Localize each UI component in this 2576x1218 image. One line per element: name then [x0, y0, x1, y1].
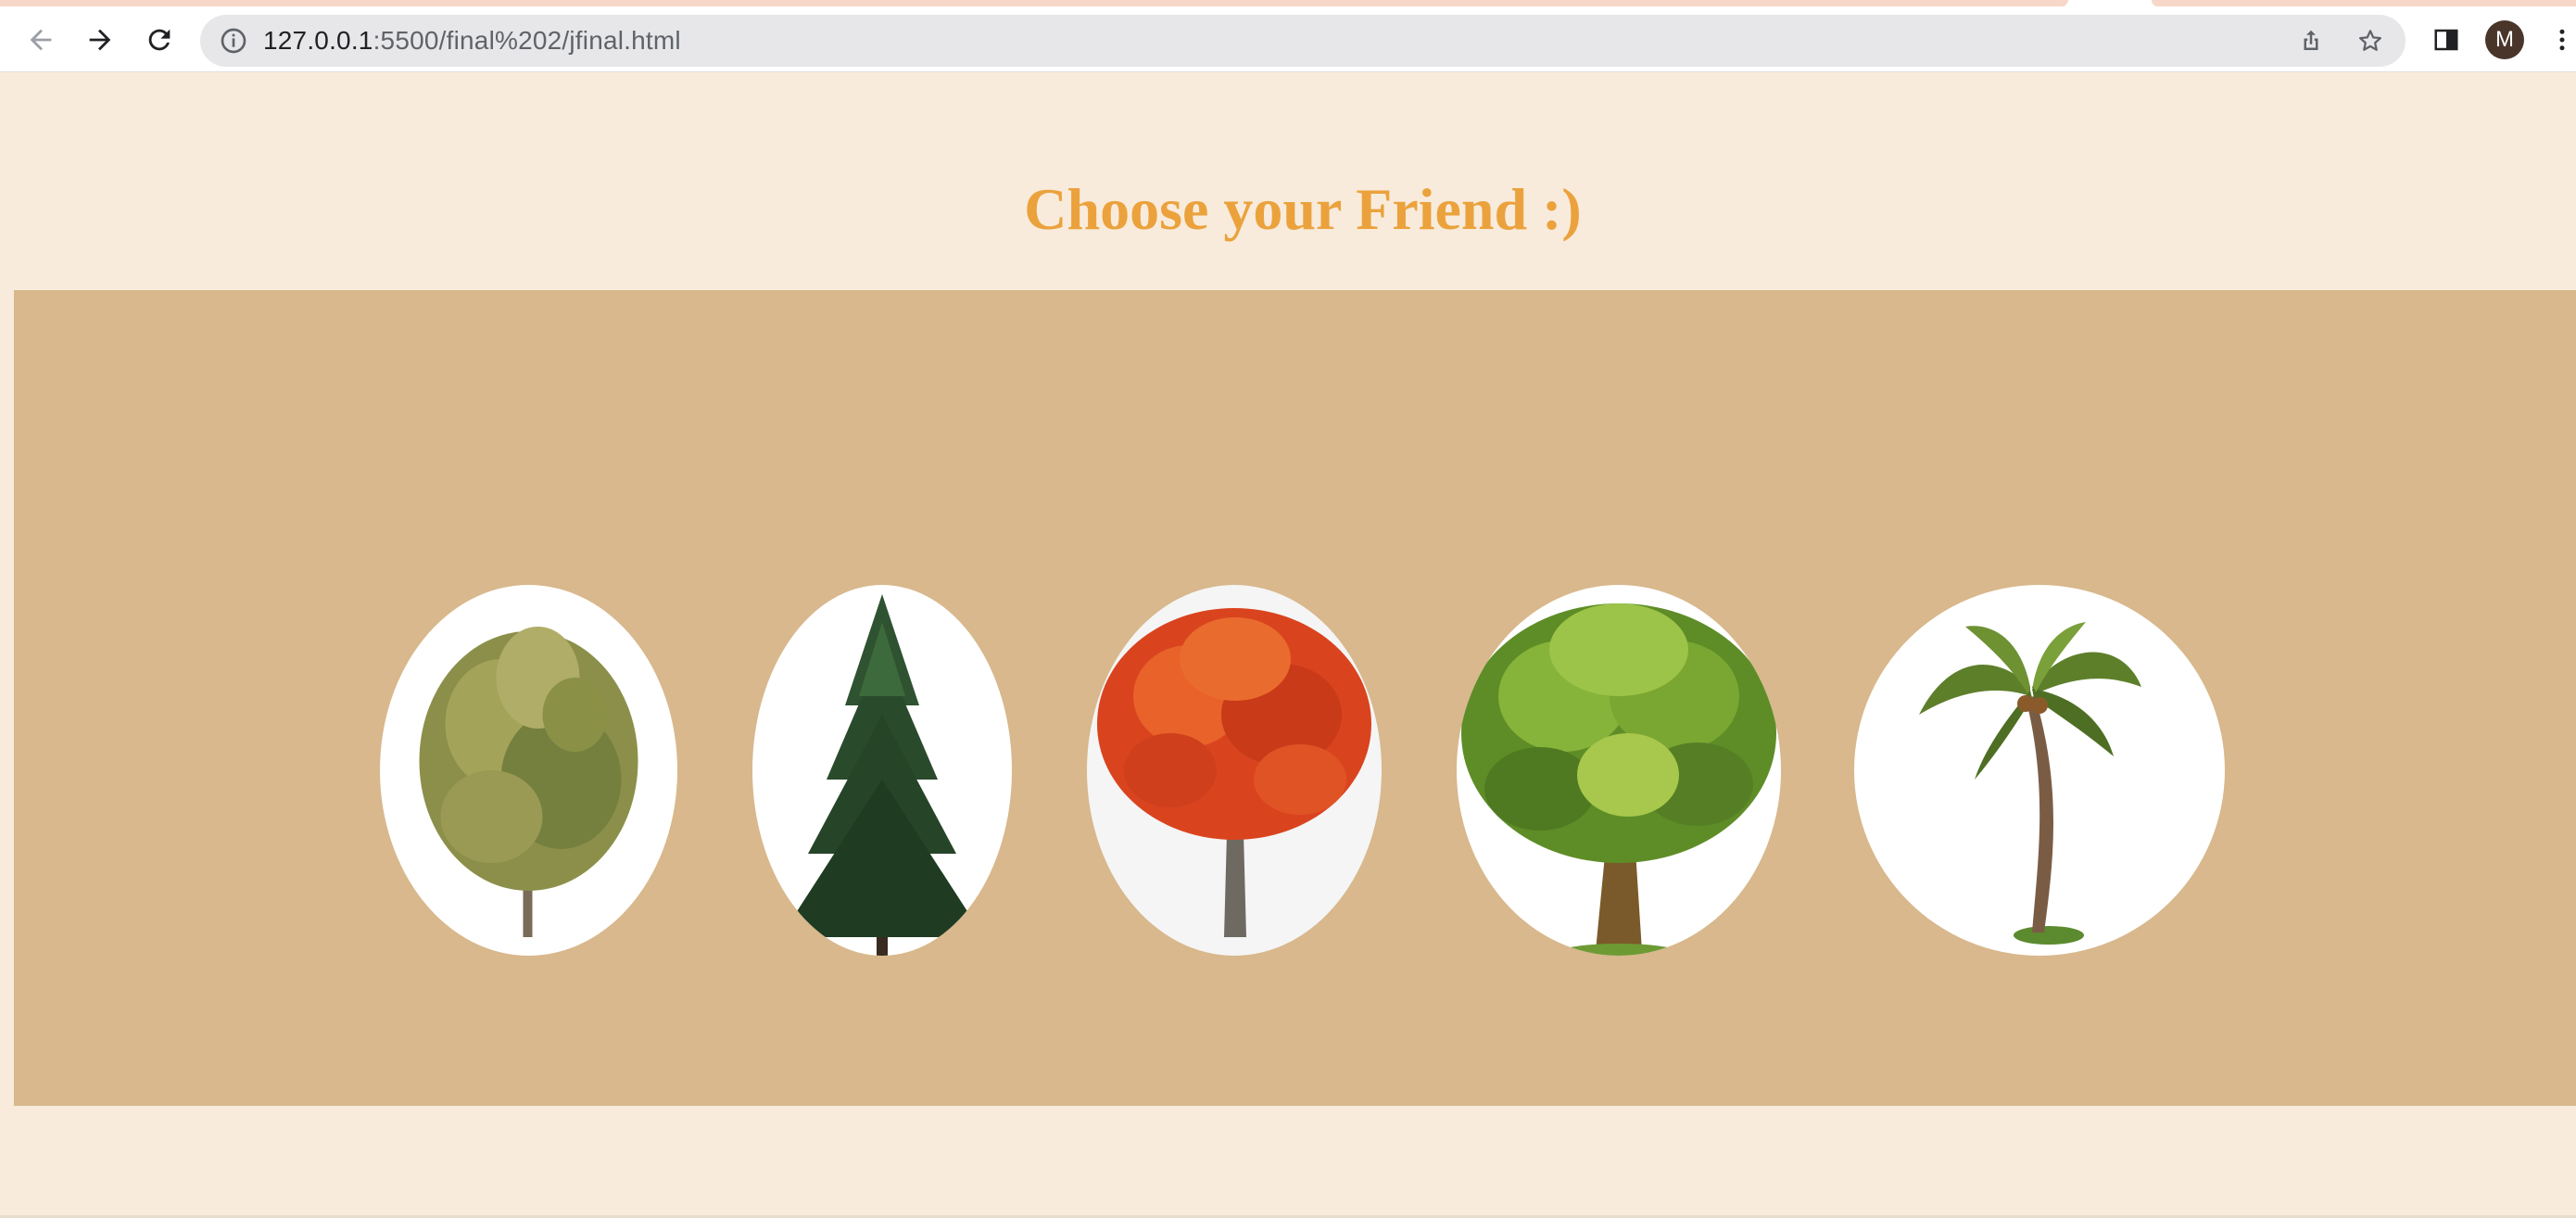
profile-initial: M	[2495, 27, 2514, 52]
side-panel-button[interactable]	[2428, 21, 2465, 58]
url-text[interactable]: 127.0.0.1:5500/final%202/jfinal.html	[263, 15, 681, 67]
share-icon	[2304, 30, 2318, 50]
url-path: :5500/final%202/jfinal.html	[373, 26, 681, 55]
info-icon[interactable]	[219, 26, 248, 56]
share-button[interactable]	[2294, 24, 2328, 57]
inactive-tab-area-right	[2152, 0, 2576, 6]
deciduous-tree-icon	[419, 627, 638, 937]
friend-option-5[interactable]	[1854, 585, 2225, 956]
fir-tree-icon	[780, 594, 984, 956]
friend-option-2[interactable]	[752, 585, 1012, 956]
browser-menu-button[interactable]	[2548, 21, 2576, 58]
page-title: Choose your Friend :)	[1024, 176, 1582, 242]
back-button[interactable]	[19, 18, 63, 62]
reload-icon	[148, 29, 170, 51]
star-icon	[2359, 30, 2381, 51]
friends-panel	[14, 290, 2576, 1106]
green-tree-icon	[1461, 603, 1776, 956]
arrow-left-icon	[30, 29, 52, 51]
tab-strip	[0, 0, 2576, 7]
friend-option-1[interactable]	[380, 585, 677, 956]
side-panel-icon	[2434, 29, 2458, 51]
reload-button[interactable]	[137, 18, 182, 62]
arrow-right-icon	[89, 29, 111, 51]
forward-button[interactable]	[78, 18, 122, 62]
friend-option-4[interactable]	[1457, 585, 1781, 956]
address-bar[interactable]: 127.0.0.1:5500/final%202/jfinal.html	[200, 15, 2406, 67]
palm-tree-icon	[1919, 622, 2141, 945]
profile-avatar[interactable]: M	[2485, 20, 2524, 59]
browser-toolbar: 127.0.0.1:5500/final%202/jfinal.html M	[0, 7, 2576, 72]
autumn-tree-icon	[1097, 608, 1371, 937]
friend-option-3[interactable]	[1087, 585, 1382, 956]
kebab-menu-icon	[2559, 29, 2565, 51]
inactive-tab-area	[0, 0, 2068, 6]
page-body: Choose your Friend :)	[0, 73, 2576, 1218]
url-host: 127.0.0.1	[263, 26, 373, 55]
bookmark-button[interactable]	[2354, 24, 2387, 57]
